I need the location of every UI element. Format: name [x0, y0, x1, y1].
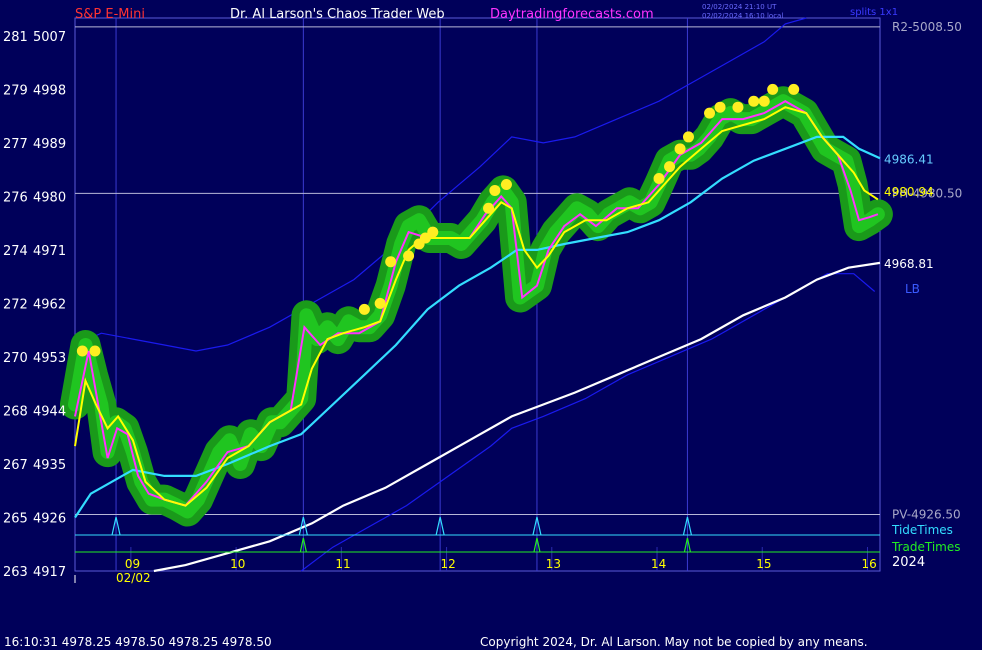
angle-tick-8: 277 [3, 137, 28, 152]
hour-tick-2: 11 [335, 557, 350, 571]
splits-label: splits 1x1 [850, 7, 898, 18]
price-tick-7: 4980 [33, 190, 66, 205]
signal-dot-10 [489, 184, 501, 196]
signal-dot-14 [674, 143, 686, 155]
hour-tick-3: 12 [441, 557, 456, 571]
angle-tick-4: 270 [3, 351, 28, 366]
signal-dot-18 [732, 101, 744, 113]
copyright: Copyright 2024, Dr. Al Larson. May not b… [480, 635, 868, 649]
signal-dot-0 [76, 345, 88, 357]
signal-dot-22 [788, 83, 800, 95]
price-tick-6: 4971 [33, 244, 66, 259]
year-label: 2024 [892, 555, 925, 570]
angle-tick-6: 274 [3, 244, 28, 259]
signal-dot-3 [403, 250, 415, 262]
price-tick-4: 4953 [33, 351, 66, 366]
hour-tick-1: 10 [230, 557, 245, 571]
signal-dot-9 [483, 202, 495, 214]
hline-label-0: R2-5008.50 [892, 20, 962, 34]
lb-label: LB [905, 282, 920, 296]
signal-dot-13 [664, 161, 676, 173]
price-tick-5: 4962 [33, 297, 66, 312]
hour-tick-4: 13 [546, 557, 561, 571]
signal-dot-17 [714, 101, 726, 113]
signal-dot-19 [748, 95, 760, 107]
timestamp-ut: 02/02/2024 21:10 UT [702, 3, 777, 11]
signal-dot-6 [427, 226, 439, 238]
site-title: Dr. Al Larson's Chaos Trader Web [230, 7, 445, 22]
signal-dot-20 [758, 95, 770, 107]
symbol-title: S&P E-Mini [75, 7, 145, 22]
angle-tick-2: 267 [3, 458, 28, 473]
date-label: 02/02 [116, 571, 151, 585]
signal-dot-1 [89, 345, 101, 357]
hour-tick-0: 09 [125, 557, 140, 571]
angle-tick-3: 268 [3, 404, 28, 419]
angle-tick-10: 281 [3, 30, 28, 45]
angle-tick-1: 265 [3, 511, 28, 526]
signal-dot-7 [358, 303, 370, 315]
signal-dot-21 [767, 83, 779, 95]
hour-tick-7: 16 [861, 557, 876, 571]
price-tick-10: 5007 [33, 30, 66, 45]
signal-dot-15 [682, 131, 694, 143]
signal-dot-8 [374, 297, 386, 309]
signal-dot-16 [704, 107, 716, 119]
value-label-0: 4986.41 [884, 152, 934, 166]
timestamp-local: 02/02/2024 16:10 local [702, 12, 783, 20]
site-url[interactable]: Daytradingforecasts.com [490, 7, 654, 22]
hour-tick-6: 15 [756, 557, 771, 571]
chaos-trader-chart: 263 4917 265 4926 267 4935 268 4944 270 4953 272 49… [0, 0, 982, 650]
hour-tick-5: 14 [651, 557, 666, 571]
price-tick-0: 4917 [33, 565, 66, 580]
angle-tick-9: 279 [3, 83, 28, 98]
price-tick-3: 4944 [33, 404, 66, 419]
signal-dot-12 [653, 173, 665, 185]
signal-dot-2 [385, 256, 397, 268]
price-tick-8: 4989 [33, 137, 66, 152]
signal-dot-11 [500, 178, 512, 190]
price-tick-1: 4926 [33, 511, 66, 526]
angle-tick-0: 263 [3, 565, 28, 580]
legend-tradetimes: TradeTimes [891, 540, 960, 554]
price-tick-2: 4935 [33, 458, 66, 473]
value-label-1: 4980.94 [884, 185, 934, 199]
hline-label-2: PV-4926.50 [892, 508, 961, 522]
quote-line: 16:10:31 4978.25 4978.50 4978.25 4978.50 [4, 635, 272, 649]
angle-tick-7: 276 [3, 190, 28, 205]
angle-tick-5: 272 [3, 297, 28, 312]
price-tick-9: 4998 [33, 83, 66, 98]
legend-tidetimes: TideTimes [891, 523, 953, 537]
value-label-2: 4968.81 [884, 257, 934, 271]
